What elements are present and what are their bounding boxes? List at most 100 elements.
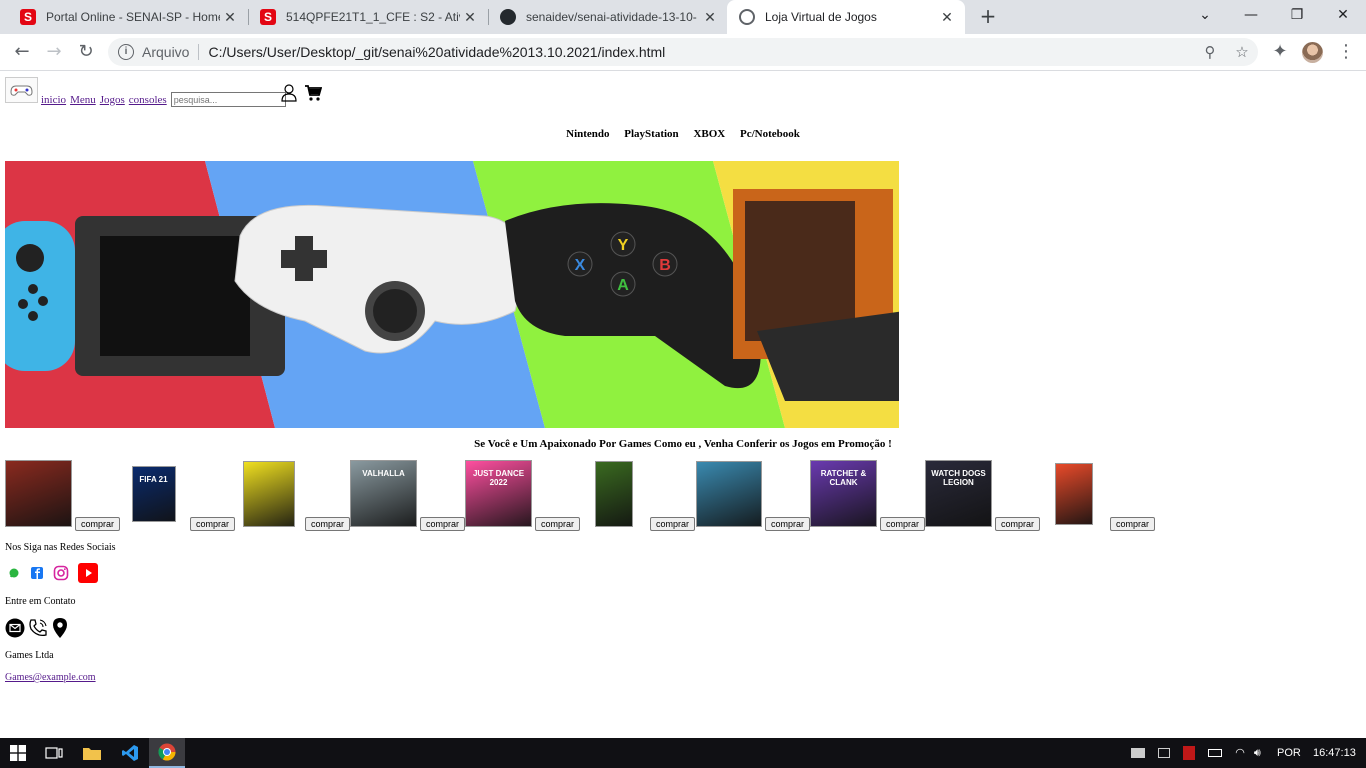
- clock[interactable]: 16:47:13: [1313, 738, 1356, 768]
- close-icon[interactable]: ✕: [460, 9, 480, 26]
- whatsapp-icon[interactable]: [7, 566, 21, 580]
- game-cover-horizon[interactable]: [695, 460, 762, 527]
- buy-button[interactable]: comprar: [650, 517, 696, 531]
- user-icon[interactable]: [281, 84, 297, 102]
- buy-button[interactable]: comprar: [880, 517, 926, 531]
- platform-nintendo[interactable]: Nintendo: [566, 128, 609, 140]
- game-cover-cyberpunk[interactable]: [242, 460, 295, 527]
- platform-pc-notebook[interactable]: Pc/Notebook: [740, 128, 800, 140]
- reload-icon[interactable]: ↻: [74, 40, 98, 64]
- tab-portal-senai[interactable]: S Portal Online - SENAI-SP - Home ✕: [8, 0, 248, 34]
- nav-link-inicio[interactable]: inicio: [41, 94, 66, 106]
- instagram-icon[interactable]: [53, 565, 69, 581]
- platform-menu: Nintendo PlayStation XBOX Pc/Notebook: [0, 128, 1366, 140]
- zoom-icon[interactable]: ⚲: [1194, 43, 1226, 61]
- product-item: FIFA 21 comprar: [120, 460, 236, 532]
- nav-link-jogos[interactable]: Jogos: [100, 94, 125, 106]
- game-cover-watch-dogs[interactable]: WATCH DOGS LEGION: [925, 460, 992, 527]
- product-cover-slot: RATCHET & CLANK: [810, 460, 877, 527]
- game-cover-mario-rabbids[interactable]: [1054, 462, 1093, 525]
- search-input[interactable]: [170, 92, 286, 107]
- wifi-icon[interactable]: ◠: [1235, 747, 1245, 759]
- address-url[interactable]: C:/Users/User/Desktop/_git/senai%20ativi…: [208, 44, 1194, 60]
- shopping-cart-icon[interactable]: [304, 84, 322, 102]
- close-icon[interactable]: ✕: [937, 9, 957, 26]
- volume-icon[interactable]: 🔊︎: [1254, 747, 1261, 759]
- phone-icon[interactable]: [27, 617, 49, 639]
- buy-button[interactable]: comprar: [420, 517, 466, 531]
- tab-github[interactable]: senaidev/senai-atividade-13-10- ✕: [488, 0, 728, 34]
- buy-button[interactable]: comprar: [535, 517, 581, 531]
- store-logo[interactable]: [5, 77, 38, 103]
- extensions-puzzle-icon[interactable]: ✦: [1268, 40, 1292, 64]
- xbox-y-button-label: Y: [618, 237, 629, 254]
- gamepad-logo-icon: [10, 85, 33, 96]
- game-cover-valhalla[interactable]: VALHALLA: [350, 460, 417, 527]
- contact-title: Entre em Contato: [5, 596, 76, 607]
- info-icon[interactable]: i: [118, 44, 134, 60]
- tab-atividade[interactable]: S 514QPFE21T1_1_CFE : S2 - Ativid ✕: [248, 0, 488, 34]
- tab-search-chevron-icon[interactable]: ⌄: [1182, 0, 1228, 30]
- battery-icon[interactable]: [1208, 749, 1223, 758]
- product-item: comprar: [5, 460, 121, 532]
- xbox-x-button-label: X: [575, 257, 586, 274]
- product-item: comprar: [695, 460, 811, 532]
- mcafee-shield-icon[interactable]: [1183, 746, 1196, 761]
- buy-button[interactable]: comprar: [305, 517, 351, 531]
- back-arrow-icon[interactable]: ←: [10, 40, 34, 64]
- buy-button[interactable]: comprar: [1110, 517, 1156, 531]
- close-window-button[interactable]: ✕: [1320, 0, 1366, 30]
- product-cover-slot: FIFA 21: [120, 460, 187, 527]
- menu-kebab-icon[interactable]: ⋮: [1334, 40, 1358, 64]
- product-cover-slot: [5, 460, 72, 527]
- buy-button[interactable]: comprar: [995, 517, 1041, 531]
- language-indicator[interactable]: POR: [1277, 738, 1301, 768]
- consoles-banner-image: Y X B A: [5, 161, 899, 428]
- promo-heading: Se Você e Um Apaixonado Por Games Como e…: [474, 438, 892, 450]
- youtube-icon[interactable]: [78, 563, 98, 583]
- game-cover-ratchet-clank[interactable]: RATCHET & CLANK: [810, 460, 877, 527]
- new-tab-button[interactable]: +: [976, 4, 1000, 28]
- cover-title: VALHALLA: [362, 469, 405, 478]
- game-cover-fifa21[interactable]: FIFA 21: [131, 465, 176, 522]
- product-cover-slot: [235, 460, 302, 527]
- platform-playstation[interactable]: PlayStation: [624, 128, 678, 140]
- minimize-button[interactable]: —: [1228, 0, 1274, 30]
- tray-app-icon[interactable]: [1131, 748, 1145, 759]
- game-cover-forza[interactable]: [594, 460, 633, 527]
- chrome-taskbar-icon[interactable]: [149, 738, 185, 768]
- facebook-icon[interactable]: [30, 566, 44, 580]
- product-list: comprar FIFA 21 comprar comprar VALHALLA comp…: [5, 460, 1156, 532]
- game-cover-battlefield[interactable]: [5, 460, 72, 527]
- cover-title: FIFA 21: [139, 474, 168, 484]
- game-cover-just-dance[interactable]: JUST DANCE 2022: [465, 460, 532, 527]
- buy-button[interactable]: comprar: [75, 517, 121, 531]
- buy-button[interactable]: comprar: [765, 517, 811, 531]
- location-pin-icon[interactable]: [51, 617, 69, 639]
- task-view-glyph: [45, 747, 63, 759]
- nav-link-menu[interactable]: Menu: [70, 94, 96, 106]
- email-icon[interactable]: [5, 618, 25, 638]
- address-bar[interactable]: i Arquivo C:/Users/User/Desktop/_git/sen…: [108, 38, 1258, 66]
- tray-network-adapter-icon[interactable]: [1158, 748, 1171, 759]
- product-cover-slot: VALHALLA: [350, 460, 417, 527]
- product-item: comprar: [235, 460, 351, 532]
- close-icon[interactable]: ✕: [220, 9, 240, 26]
- nav-link-consoles[interactable]: consoles: [129, 94, 167, 106]
- buy-button[interactable]: comprar: [190, 517, 236, 531]
- windows-start-icon[interactable]: [0, 738, 36, 768]
- platform-xbox[interactable]: XBOX: [693, 128, 725, 140]
- bookmark-star-icon[interactable]: ☆: [1226, 43, 1258, 61]
- windows-logo-icon: [10, 745, 26, 761]
- tab-loja-virtual[interactable]: Loja Virtual de Jogos ✕: [727, 0, 965, 34]
- close-icon[interactable]: ✕: [700, 9, 720, 26]
- vscode-icon[interactable]: [112, 738, 148, 768]
- company-email-link[interactable]: Games@example.com: [5, 672, 96, 683]
- restore-button[interactable]: ❐: [1274, 0, 1320, 30]
- cover-title: RATCHET & CLANK: [820, 469, 867, 487]
- task-view-icon[interactable]: [36, 738, 72, 768]
- forward-arrow-icon[interactable]: →: [42, 40, 66, 64]
- windows-taskbar: ◠ 🔊︎ POR 16:47:13: [0, 738, 1366, 768]
- file-explorer-icon[interactable]: [74, 738, 110, 768]
- profile-avatar[interactable]: [1302, 42, 1323, 63]
